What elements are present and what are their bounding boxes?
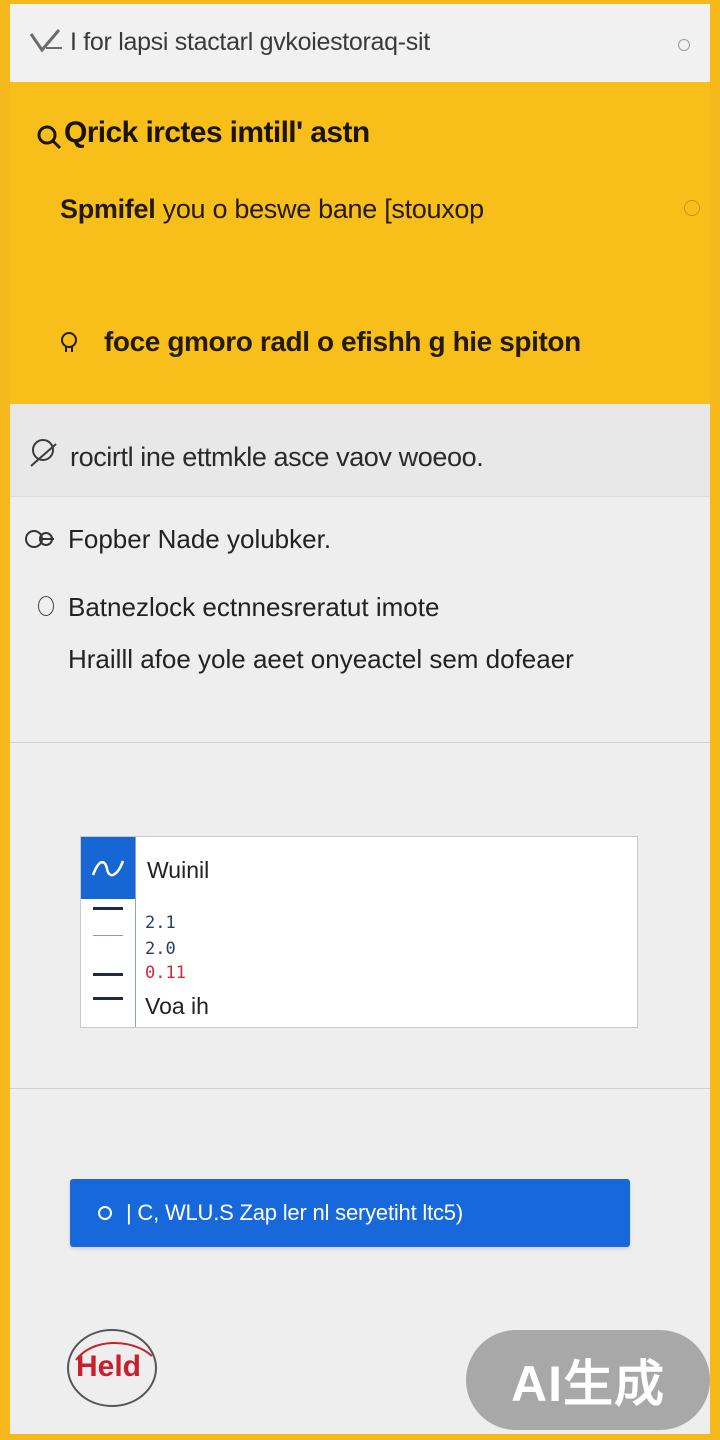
- circle-icon[interactable]: [678, 39, 690, 51]
- lightbulb-icon: [61, 332, 77, 352]
- page-title: I for lapsi stactarl gvkoiestoraq-sit: [70, 28, 430, 56]
- search-icon: [37, 125, 62, 150]
- wave-icon: [91, 860, 125, 877]
- card-section: Wuinil 2.1 2.0 0.11 Voa ih: [10, 742, 710, 1089]
- primary-action-label: | C, WLU.S Zap ler nl seryetiht ltc5): [126, 1200, 463, 1225]
- user-icon: [25, 530, 54, 548]
- detail-card[interactable]: Wuinil 2.1 2.0 0.11 Voa ih: [80, 836, 638, 1028]
- search-icon: [30, 439, 57, 467]
- pen-check-icon: [29, 29, 62, 53]
- info-line-2: Batnezlock ectnnesreratut imote: [68, 592, 440, 622]
- ai-watermark: AI生成: [466, 1330, 710, 1430]
- card-rail-header: [81, 837, 135, 899]
- brand-logo-text: Held: [76, 1350, 141, 1383]
- banner-subtitle-bold: Spmifel: [60, 194, 156, 224]
- banner-action[interactable]: foce gmoro radl o efishh g hie spiton: [58, 322, 581, 362]
- menu-bar-icon: [93, 935, 123, 936]
- card-value: 2.0: [145, 939, 176, 959]
- card-value-alert: 0.11: [145, 963, 186, 983]
- search-row[interactable]: rocirtl ine ettmkle asce vaov woeoo.: [10, 404, 710, 497]
- top-bar: I for lapsi stactarl gvkoiestoraq-sit: [10, 4, 710, 83]
- circle-icon: [684, 200, 700, 216]
- quick-info-banner: Qrick irctes imtill' astn Spmifel you o …: [10, 82, 710, 404]
- menu-bar-icon: [93, 973, 123, 976]
- circle-icon: [98, 1206, 112, 1220]
- banner-heading: Qrick irctes imtill' astn: [64, 116, 370, 149]
- search-text: rocirtl ine ettmkle asce vaov woeoo.: [70, 442, 484, 472]
- primary-action-button[interactable]: | C, WLU.S Zap ler nl seryetiht ltc5): [70, 1179, 630, 1247]
- card-value: 2.1: [145, 913, 176, 933]
- banner-subtitle: Spmifel you o beswe bane [stouxop: [60, 194, 484, 225]
- banner-action-label: foce gmoro radl o efishh g hie spiton: [104, 326, 581, 357]
- banner-subtitle-text: you o beswe bane [stouxop: [162, 194, 485, 224]
- info-section: Fopber Nade yolubker. Batnezlock ectnnes…: [10, 496, 710, 743]
- menu-bar-icon: [93, 907, 123, 910]
- brand-logo: Held: [67, 1329, 157, 1407]
- card-rail: [81, 837, 136, 1027]
- info-line-1: Fopber Nade yolubker.: [68, 524, 332, 554]
- card-title: Wuinil: [147, 857, 210, 883]
- card-footer: Voa ih: [145, 993, 209, 1019]
- circle-icon: [38, 596, 54, 616]
- info-line-3: Hrailll afoe yole aeet onyeactel sem dof…: [68, 644, 574, 674]
- menu-bar-icon: [93, 997, 123, 1000]
